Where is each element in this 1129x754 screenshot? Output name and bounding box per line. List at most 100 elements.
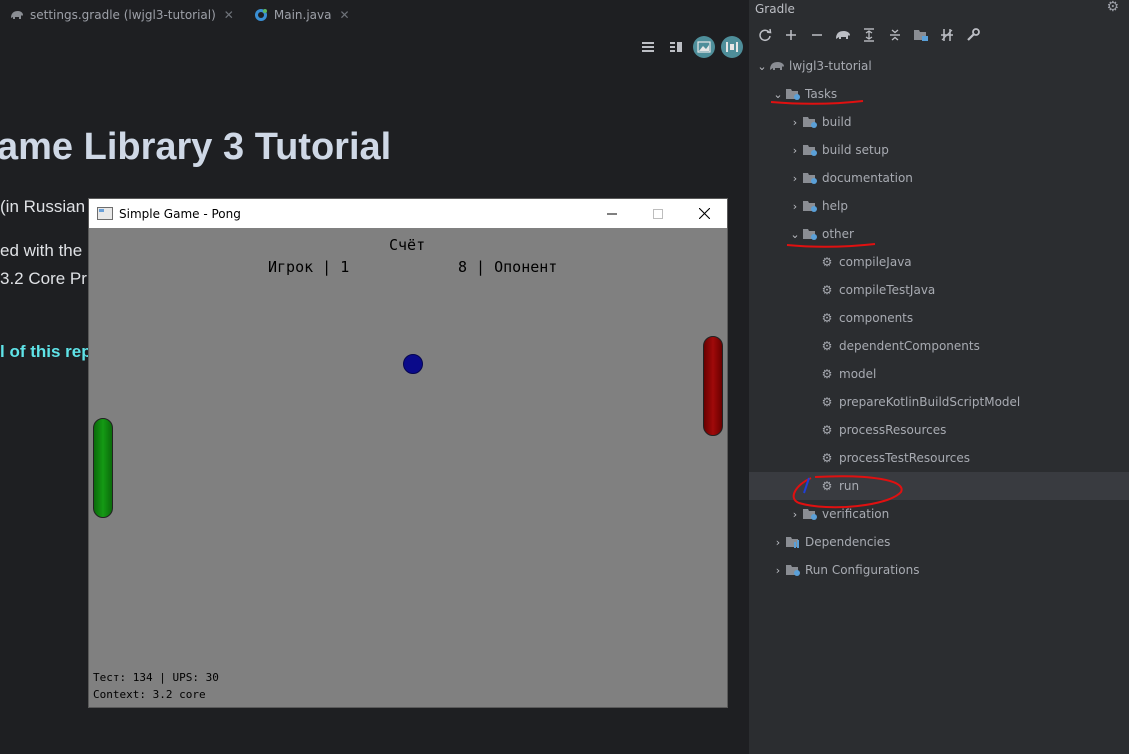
task-item-components[interactable]: ⚙ components bbox=[749, 304, 1129, 332]
markdown-link[interactable]: l of this repo bbox=[0, 342, 102, 362]
score-title: Счёт bbox=[389, 236, 426, 254]
tab-settings-gradle[interactable]: settings.gradle (lwjgl3-tutorial) ✕ bbox=[0, 0, 244, 30]
chevron-down-icon[interactable]: ⌄ bbox=[788, 228, 802, 241]
dependencies-icon bbox=[785, 535, 801, 549]
group-tasks-icon[interactable] bbox=[910, 24, 932, 46]
gear-icon: ⚙ bbox=[821, 451, 833, 465]
elephant-run-icon[interactable] bbox=[832, 24, 854, 46]
gradle-toolbar bbox=[754, 24, 984, 46]
markdown-text-line: (in Russian bbox=[0, 197, 86, 216]
minimize-button[interactable] bbox=[589, 199, 635, 228]
task-label: processResources bbox=[839, 423, 947, 437]
chevron-right-icon[interactable]: › bbox=[771, 564, 785, 577]
tab-label: Main.java bbox=[273, 8, 332, 22]
task-folder-icon bbox=[802, 227, 818, 241]
gear-icon: ⚙ bbox=[821, 423, 833, 437]
task-label: compileJava bbox=[839, 255, 912, 269]
player-paddle bbox=[93, 418, 113, 518]
gear-icon: ⚙ bbox=[821, 283, 833, 297]
tree-run-configurations-node[interactable]: › Run Configurations bbox=[749, 556, 1129, 584]
chevron-right-icon[interactable]: › bbox=[771, 536, 785, 549]
gear-icon: ⚙ bbox=[821, 367, 833, 381]
tree-label: Tasks bbox=[805, 87, 838, 101]
remove-icon[interactable] bbox=[806, 24, 828, 46]
tree-label: Dependencies bbox=[805, 535, 891, 549]
task-label: prepareKotlinBuildScriptModel bbox=[839, 395, 1021, 409]
close-tab-icon[interactable]: ✕ bbox=[339, 8, 349, 22]
task-label: components bbox=[839, 311, 914, 325]
task-item-compileTestJava[interactable]: ⚙ compileTestJava bbox=[749, 276, 1129, 304]
chevron-right-icon[interactable]: › bbox=[788, 508, 802, 521]
chevron-right-icon[interactable]: › bbox=[788, 144, 802, 157]
markdown-preview-icon[interactable] bbox=[721, 36, 743, 58]
task-folder-icon bbox=[802, 507, 818, 521]
tree-group-verification[interactable]: › verification bbox=[749, 500, 1129, 528]
tree-project-node[interactable]: ⌄ lwjgl3-tutorial bbox=[749, 52, 1129, 80]
chevron-right-icon[interactable]: › bbox=[788, 172, 802, 185]
tree-group-help[interactable]: › help bbox=[749, 192, 1129, 220]
task-folder-icon bbox=[802, 115, 818, 129]
task-item-processTestResources[interactable]: ⚙ processTestResources bbox=[749, 444, 1129, 472]
add-icon[interactable] bbox=[780, 24, 802, 46]
markdown-heading: ame Library 3 Tutorial bbox=[0, 126, 392, 168]
debug-fps-text: Тест: 134 | UPS: 30 bbox=[93, 671, 219, 684]
game-canvas[interactable]: Счёт Игрок | 1 8 | Опонент Тест: 134 | U… bbox=[89, 228, 727, 708]
player-score: Игрок | 1 bbox=[268, 258, 350, 276]
task-folder-icon bbox=[785, 87, 801, 101]
expand-all-icon[interactable] bbox=[858, 24, 880, 46]
tab-main-java[interactable]: Main.java ✕ bbox=[244, 0, 360, 30]
tree-label: build bbox=[822, 115, 852, 129]
editor-only-icon[interactable] bbox=[637, 36, 659, 58]
gradle-header: Gradle ⚙ bbox=[749, 0, 1129, 18]
task-folder-icon bbox=[802, 143, 818, 157]
gear-icon[interactable]: ⚙ bbox=[1106, 0, 1119, 15]
pong-game-window: Simple Game - Pong Счёт Игрок | 1 8 | Оп… bbox=[88, 198, 728, 708]
chevron-down-icon[interactable]: ⌄ bbox=[755, 60, 769, 73]
settings-wrench-icon[interactable] bbox=[962, 24, 984, 46]
task-item-model[interactable]: ⚙ model bbox=[749, 360, 1129, 388]
markdown-text-line: 3.2 Core Pr bbox=[0, 269, 87, 288]
toggle-offline-icon[interactable] bbox=[936, 24, 958, 46]
close-window-button[interactable] bbox=[681, 199, 727, 228]
tree-label: lwjgl3-tutorial bbox=[789, 59, 872, 73]
task-item-processResources[interactable]: ⚙ processResources bbox=[749, 416, 1129, 444]
gear-icon: ⚙ bbox=[821, 255, 833, 269]
close-tab-icon[interactable]: ✕ bbox=[224, 8, 234, 22]
tree-group-build-setup[interactable]: › build setup bbox=[749, 136, 1129, 164]
gradle-elephant-icon bbox=[10, 8, 24, 22]
chevron-down-icon[interactable]: ⌄ bbox=[771, 88, 785, 101]
task-item-run[interactable]: ⚙ run bbox=[749, 472, 1129, 500]
tree-group-build[interactable]: › build bbox=[749, 108, 1129, 136]
tree-dependencies-node[interactable]: › Dependencies bbox=[749, 528, 1129, 556]
task-label: dependentComponents bbox=[839, 339, 980, 353]
java-class-icon bbox=[254, 8, 268, 22]
window-title: Simple Game - Pong bbox=[119, 206, 241, 221]
tree-group-documentation[interactable]: › documentation bbox=[749, 164, 1129, 192]
refresh-icon[interactable] bbox=[754, 24, 776, 46]
split-editor-icon[interactable] bbox=[665, 36, 687, 58]
task-item-compileJava[interactable]: ⚙ compileJava bbox=[749, 248, 1129, 276]
gradle-title: Gradle bbox=[755, 2, 795, 16]
gradle-tool-window: Gradle ⚙ ⌄ lwjgl3-tutorial ⌄ Tasks › bui… bbox=[748, 0, 1129, 754]
collapse-all-icon[interactable] bbox=[884, 24, 906, 46]
tree-group-other[interactable]: ⌄ other bbox=[749, 220, 1129, 248]
tree-tasks-node[interactable]: ⌄ Tasks bbox=[749, 80, 1129, 108]
window-title-bar[interactable]: Simple Game - Pong bbox=[89, 199, 727, 228]
opponent-paddle bbox=[703, 336, 723, 436]
tree-label: documentation bbox=[822, 171, 913, 185]
tab-label: settings.gradle (lwjgl3-tutorial) bbox=[30, 8, 216, 22]
preview-only-icon[interactable] bbox=[693, 36, 715, 58]
gradle-elephant-icon bbox=[769, 59, 785, 73]
tree-label: Run Configurations bbox=[805, 563, 920, 577]
task-item-prepareKotlinBuildScriptModel[interactable]: ⚙ prepareKotlinBuildScriptModel bbox=[749, 388, 1129, 416]
chevron-right-icon[interactable]: › bbox=[788, 116, 802, 129]
editor-tab-bar: settings.gradle (lwjgl3-tutorial) ✕ Main… bbox=[0, 0, 748, 30]
task-label: model bbox=[839, 367, 877, 381]
task-item-dependentComponents[interactable]: ⚙ dependentComponents bbox=[749, 332, 1129, 360]
tree-label: other bbox=[822, 227, 854, 241]
maximize-button[interactable] bbox=[635, 199, 681, 228]
gradle-tree: ⌄ lwjgl3-tutorial ⌄ Tasks › build › buil… bbox=[749, 52, 1129, 584]
tree-label: build setup bbox=[822, 143, 889, 157]
chevron-right-icon[interactable]: › bbox=[788, 200, 802, 213]
task-folder-icon bbox=[785, 563, 801, 577]
